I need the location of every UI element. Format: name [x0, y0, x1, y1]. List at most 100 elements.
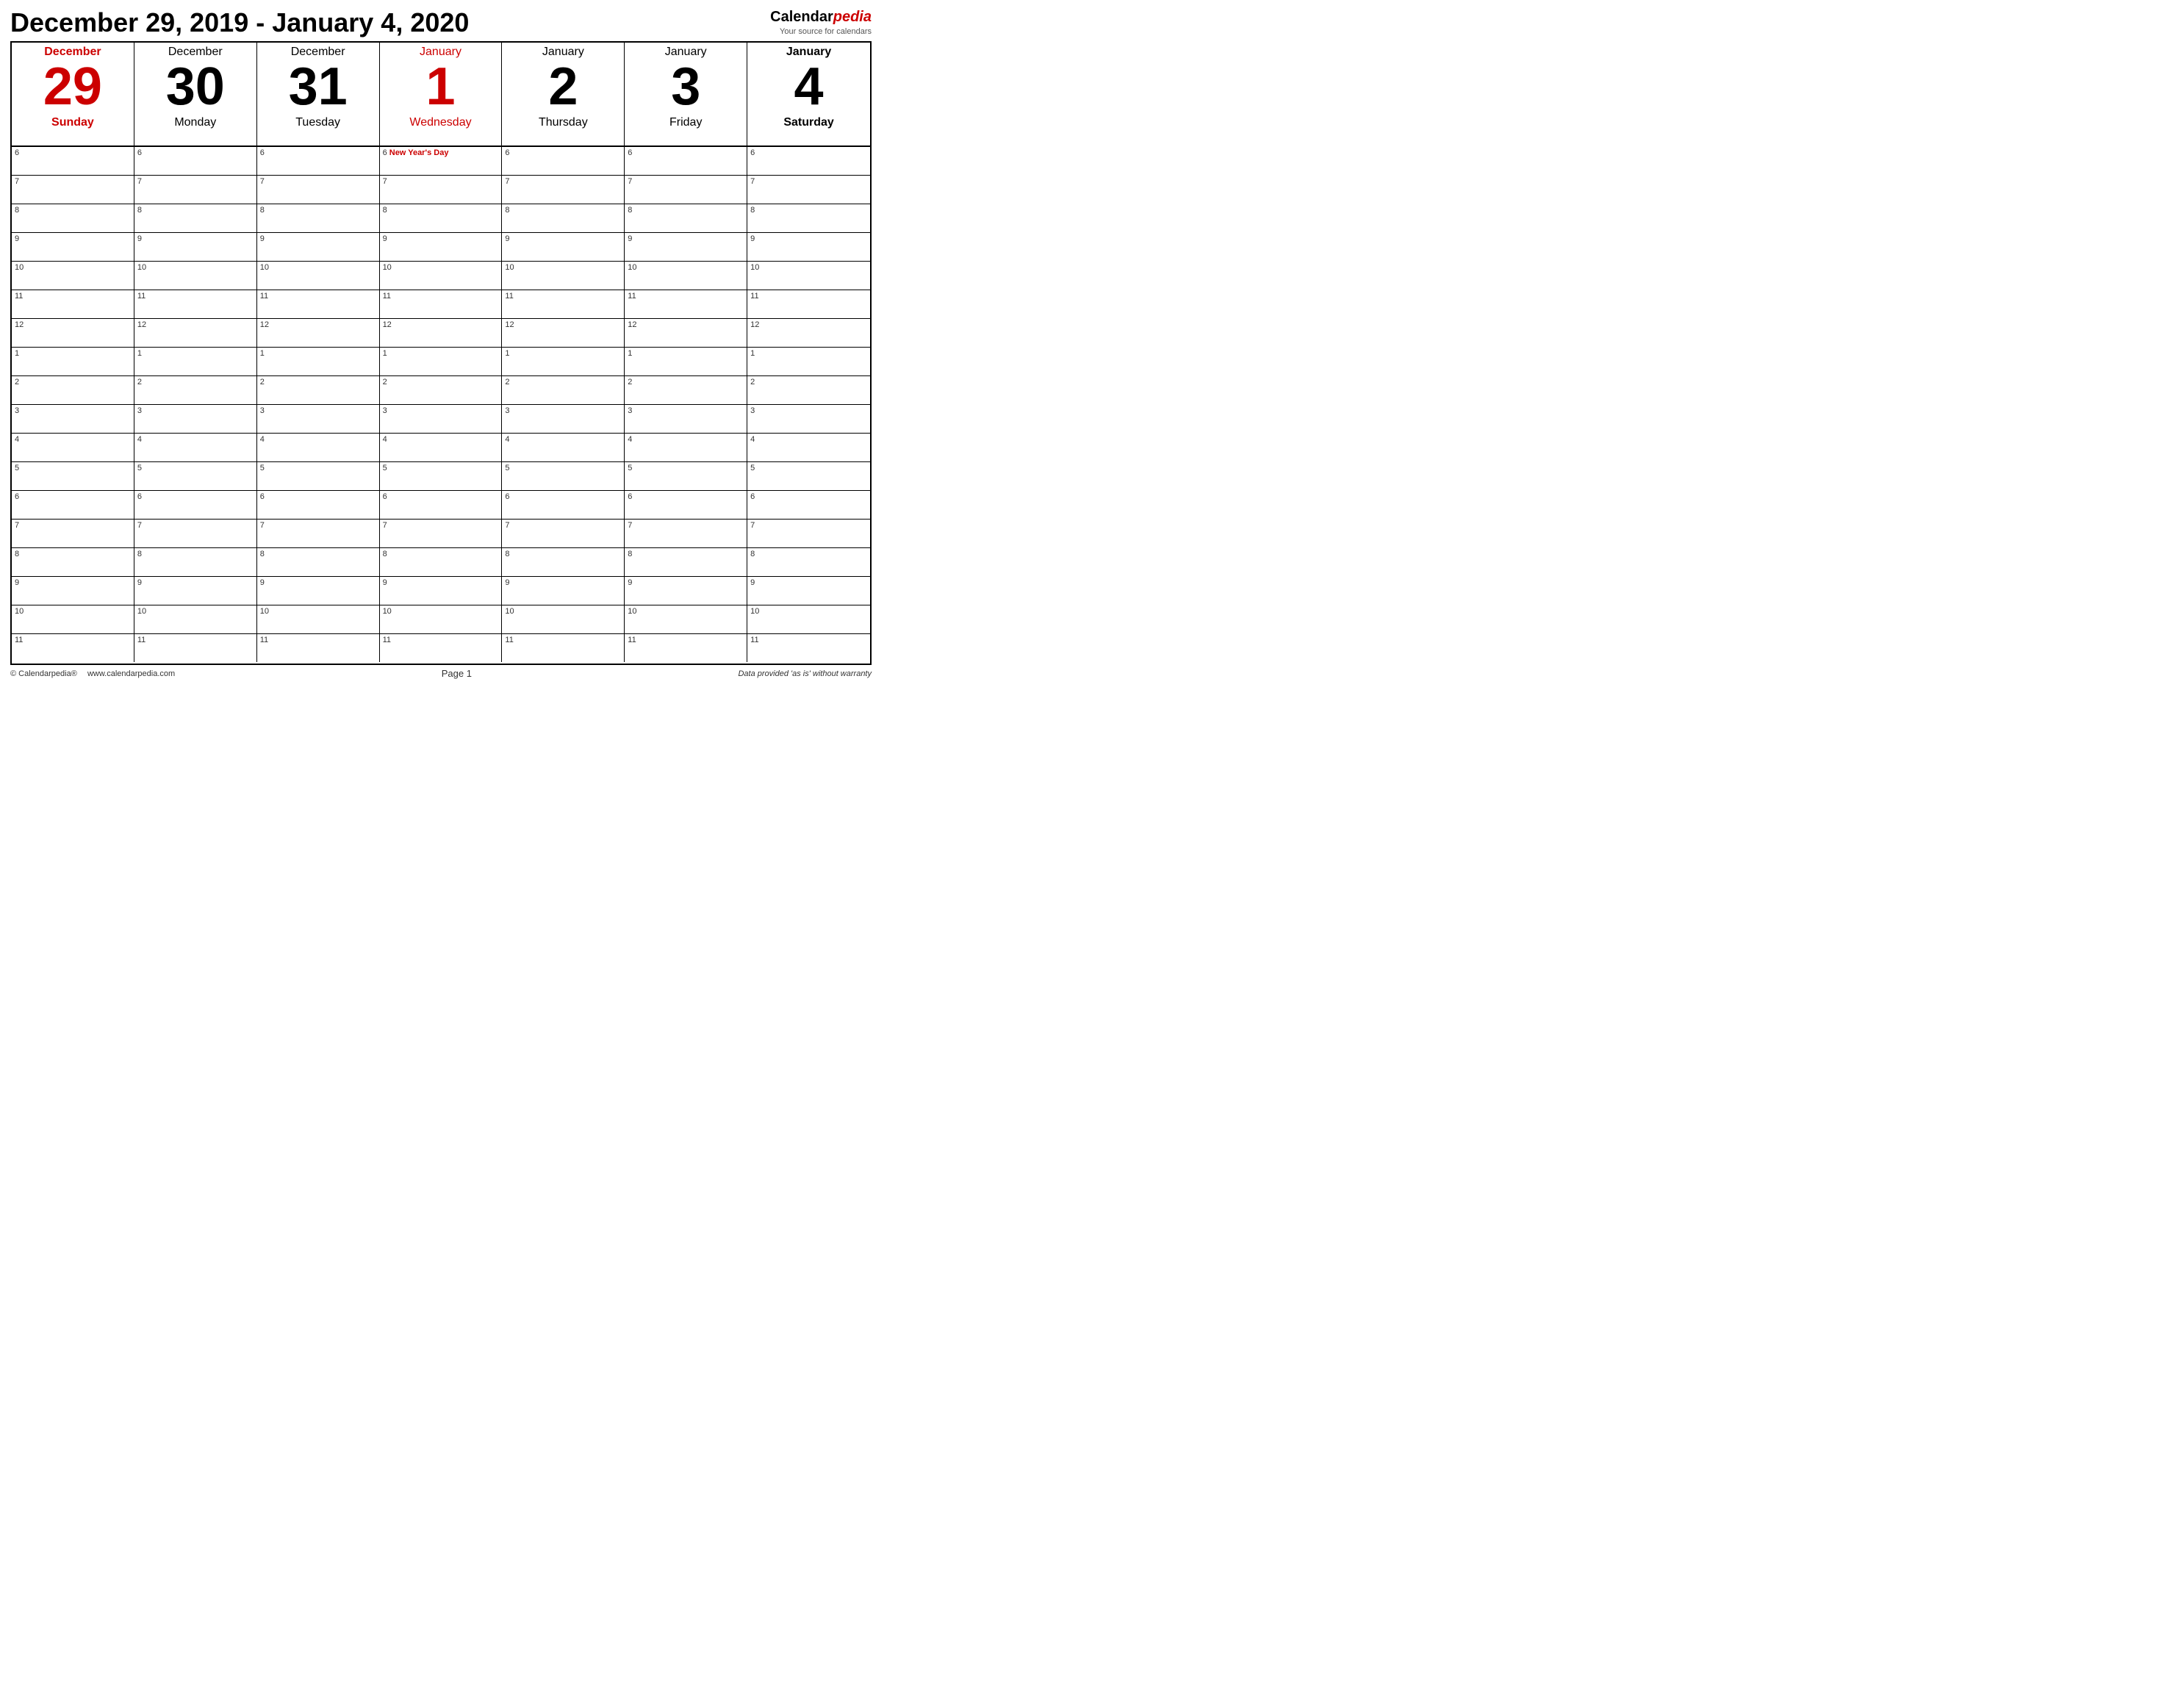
time-cell-r9-c4: 3	[502, 405, 625, 433]
time-label-r12-c0: 6	[15, 492, 19, 501]
time-cell-r13-c0: 7	[12, 520, 134, 547]
time-cell-r15-c4: 9	[502, 577, 625, 605]
time-cell-r17-c2: 11	[257, 634, 380, 662]
time-label-r7-c4: 1	[505, 349, 509, 358]
time-cell-r7-c0: 1	[12, 348, 134, 375]
time-row-2: 8888888	[12, 204, 870, 233]
time-label-r14-c5: 8	[628, 550, 632, 558]
time-cell-r7-c5: 1	[625, 348, 747, 375]
time-cell-r12-c4: 6	[502, 491, 625, 519]
time-cell-r1-c6: 7	[747, 176, 870, 204]
time-label-r0-c4: 6	[505, 148, 509, 157]
time-cell-r14-c4: 8	[502, 548, 625, 576]
time-cell-r5-c4: 11	[502, 290, 625, 318]
time-cell-r3-c5: 9	[625, 233, 747, 261]
time-label-r5-c5: 11	[628, 292, 636, 301]
day-name-jan1: Wednesday	[409, 116, 471, 129]
time-label-r6-c5: 12	[628, 320, 636, 329]
time-label-r1-c2: 7	[260, 177, 265, 186]
calendar-page: December 29, 2019 - January 4, 2020 Cale…	[0, 0, 882, 683]
time-cell-r9-c2: 3	[257, 405, 380, 433]
time-cell-r12-c2: 6	[257, 491, 380, 519]
time-cell-r0-c6: 6	[747, 147, 870, 175]
time-label-r5-c4: 11	[505, 292, 513, 301]
time-row-12: 6666666	[12, 491, 870, 520]
time-label-r1-c3: 7	[383, 177, 387, 186]
time-label-r2-c2: 8	[260, 206, 265, 215]
time-label-r9-c4: 3	[505, 406, 509, 415]
time-label-r5-c6: 11	[750, 292, 758, 301]
time-label-r17-c6: 11	[750, 636, 758, 644]
time-cell-r0-c4: 6	[502, 147, 625, 175]
time-label-r14-c3: 8	[383, 550, 387, 558]
time-row-17: 11111111111111	[12, 634, 870, 662]
time-label-r0-c0: 6	[15, 148, 19, 157]
time-cell-r17-c6: 11	[747, 634, 870, 662]
time-cell-r5-c1: 11	[134, 290, 257, 318]
time-cell-r4-c3: 10	[380, 262, 503, 290]
time-label-r4-c5: 10	[628, 263, 636, 272]
time-cell-r15-c0: 9	[12, 577, 134, 605]
time-cell-r0-c1: 6	[134, 147, 257, 175]
time-cell-r15-c3: 9	[380, 577, 503, 605]
time-label-r7-c5: 1	[628, 349, 632, 358]
time-cell-r4-c6: 10	[747, 262, 870, 290]
logo: Calendarpedia	[770, 7, 872, 26]
time-cell-r9-c0: 3	[12, 405, 134, 433]
time-label-r6-c4: 12	[505, 320, 514, 329]
time-label-r9-c0: 3	[15, 406, 19, 415]
time-cell-r7-c1: 1	[134, 348, 257, 375]
time-cell-r8-c2: 2	[257, 376, 380, 404]
time-row-5: 11111111111111	[12, 290, 870, 319]
time-cell-r10-c6: 4	[747, 434, 870, 461]
time-row-7: 1111111	[12, 348, 870, 376]
time-label-r11-c3: 5	[383, 464, 387, 472]
time-cell-r15-c6: 9	[747, 577, 870, 605]
time-label-r14-c1: 8	[137, 550, 142, 558]
time-cell-r0-c5: 6	[625, 147, 747, 175]
time-label-r13-c0: 7	[15, 521, 19, 530]
time-label-r3-c1: 9	[137, 234, 142, 243]
time-label-r11-c1: 5	[137, 464, 142, 472]
time-cell-r11-c3: 5	[380, 462, 503, 490]
time-cell-r17-c3: 11	[380, 634, 503, 662]
time-label-r16-c3: 10	[383, 607, 392, 616]
time-cell-r6-c5: 12	[625, 319, 747, 347]
time-label-r17-c5: 11	[628, 636, 636, 644]
time-label-r10-c5: 4	[628, 435, 632, 444]
time-label-r13-c1: 7	[137, 521, 142, 530]
time-cell-r5-c5: 11	[625, 290, 747, 318]
time-cell-r2-c4: 8	[502, 204, 625, 232]
time-cell-r17-c5: 11	[625, 634, 747, 662]
time-cell-r11-c2: 5	[257, 462, 380, 490]
time-label-r15-c3: 9	[383, 578, 387, 587]
time-cell-r14-c6: 8	[747, 548, 870, 576]
disclaimer-text: Data provided 'as is' without warranty	[738, 669, 872, 678]
time-label-r11-c6: 5	[750, 464, 755, 472]
time-label-r4-c1: 10	[137, 263, 146, 272]
time-label-r8-c2: 2	[260, 378, 265, 387]
time-cell-r4-c5: 10	[625, 262, 747, 290]
time-label-r12-c6: 6	[750, 492, 755, 501]
time-label-r15-c5: 9	[628, 578, 632, 587]
day-header-jan4: January4Saturday	[747, 43, 870, 145]
time-label-r9-c2: 3	[260, 406, 265, 415]
day-headers-row: December29SundayDecember30MondayDecember…	[12, 43, 870, 147]
time-label-r6-c2: 12	[260, 320, 269, 329]
day-header-dec29: December29Sunday	[12, 43, 134, 145]
time-label-r6-c1: 12	[137, 320, 146, 329]
time-cell-r11-c1: 5	[134, 462, 257, 490]
time-cell-r13-c6: 7	[747, 520, 870, 547]
time-label-r11-c2: 5	[260, 464, 265, 472]
time-cell-r13-c4: 7	[502, 520, 625, 547]
time-cell-r1-c3: 7	[380, 176, 503, 204]
time-cell-r7-c6: 1	[747, 348, 870, 375]
footer-left: © Calendarpedia® www.calendarpedia.com	[10, 669, 175, 678]
time-cell-r16-c5: 10	[625, 605, 747, 633]
time-cell-r16-c1: 10	[134, 605, 257, 633]
time-cell-r6-c0: 12	[12, 319, 134, 347]
time-cell-r14-c2: 8	[257, 548, 380, 576]
time-row-8: 2222222	[12, 376, 870, 405]
time-label-r17-c1: 11	[137, 636, 146, 644]
time-label-r13-c2: 7	[260, 521, 265, 530]
